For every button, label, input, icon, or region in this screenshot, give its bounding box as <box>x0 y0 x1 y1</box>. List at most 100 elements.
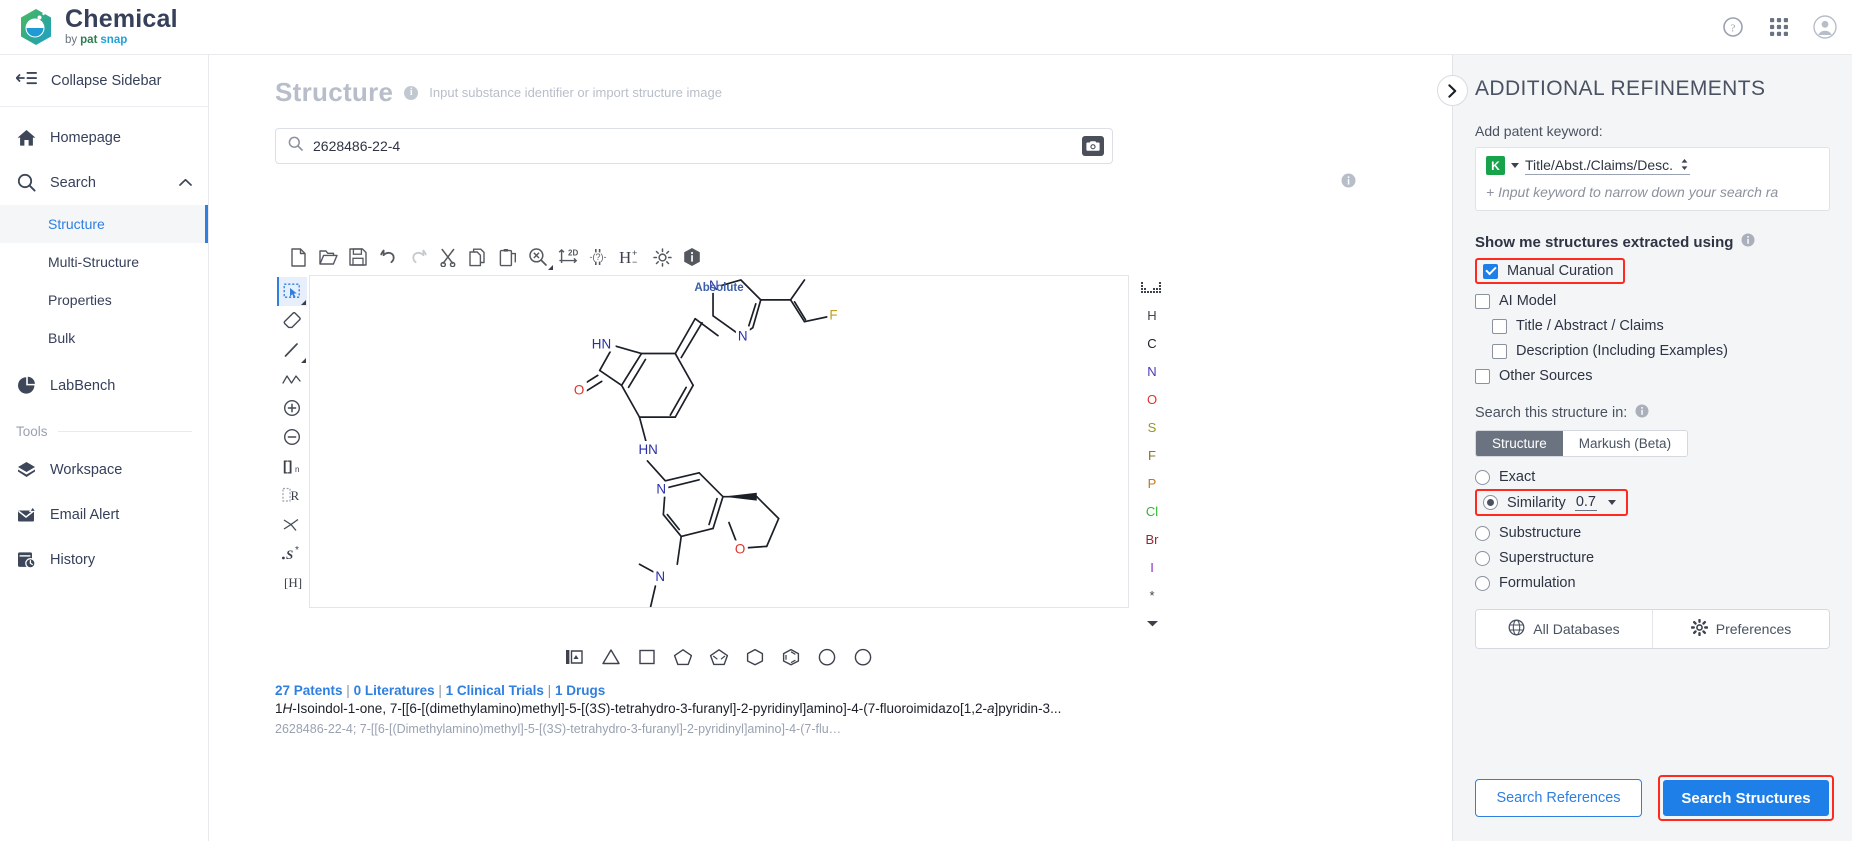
sidebar-item-structure[interactable]: Structure <box>0 205 208 243</box>
repeat-bracket-tool[interactable]: [] n <box>277 451 307 480</box>
paste-icon[interactable] <box>493 242 523 272</box>
layout-2d-icon[interactable]: 2D <box>553 242 583 272</box>
cyclopentane-icon[interactable] <box>671 645 695 669</box>
atom-H[interactable]: H <box>1129 301 1175 329</box>
select-rectangle-tool[interactable] <box>277 277 307 306</box>
template-library-icon[interactable] <box>563 645 587 669</box>
exact-mode-option[interactable]: Exact <box>1475 469 1830 485</box>
info-icon[interactable] <box>1741 233 1755 251</box>
substructure-mode-option[interactable]: Substructure <box>1475 525 1830 541</box>
panel-collapse-toggle[interactable] <box>1437 75 1468 106</box>
cyclohexane-icon[interactable] <box>743 645 767 669</box>
cyclopentadiene-icon[interactable] <box>707 645 731 669</box>
similarity-mode-option[interactable]: Similarity 0.7 <box>1475 489 1628 516</box>
search-help-icon[interactable] <box>1341 173 1356 193</box>
s-group-tool[interactable]: S * <box>277 538 307 567</box>
brand-logo-group[interactable]: Chemical by pat snap <box>18 7 178 47</box>
cyclopropane-icon[interactable] <box>599 645 623 669</box>
zoom-select-icon[interactable] <box>523 242 553 272</box>
keyword-placeholder[interactable]: + Input keyword to narrow down your sear… <box>1486 184 1819 200</box>
sidebar-item-bulk[interactable]: Bulk <box>0 319 208 357</box>
atom-Br[interactable]: Br <box>1129 525 1175 553</box>
bond-single-tool[interactable] <box>277 335 307 364</box>
atom-any[interactable]: * <box>1129 581 1175 609</box>
drugs-link[interactable]: 1 Drugs <box>555 683 605 698</box>
sidebar-item-workspace[interactable]: Workspace <box>0 447 208 492</box>
search-input[interactable] <box>313 138 1072 154</box>
atom-P[interactable]: P <box>1129 469 1175 497</box>
sidebar-item-labbench[interactable]: LabBench <box>0 363 208 408</box>
save-disk-icon[interactable] <box>343 242 373 272</box>
cycloheptane-icon[interactable] <box>815 645 839 669</box>
title-abstract-claims-checkbox[interactable] <box>1492 318 1507 334</box>
charge-minus-tool[interactable] <box>277 422 307 451</box>
open-folder-icon[interactable] <box>313 242 343 272</box>
ai-model-checkbox[interactable] <box>1475 293 1490 309</box>
atom-O[interactable]: O <box>1129 385 1175 413</box>
structure-search-bar[interactable] <box>275 128 1113 164</box>
keyword-scope-select[interactable]: Title/Abst./Claims/Desc. <box>1525 157 1691 175</box>
description-option[interactable]: Description (Including Examples) <box>1492 343 1830 359</box>
manual-curation-option[interactable]: Manual Curation <box>1475 258 1626 284</box>
atom-S[interactable]: S <box>1129 413 1175 441</box>
chevron-down-icon[interactable] <box>1607 500 1616 505</box>
segment-markush[interactable]: Markush (Beta) <box>1562 431 1688 456</box>
eraser-tool[interactable] <box>277 306 307 335</box>
cut-scissors-icon[interactable] <box>433 242 463 272</box>
other-sources-checkbox[interactable] <box>1475 368 1490 384</box>
undo-icon[interactable] <box>373 242 403 272</box>
atom-Cl[interactable]: Cl <box>1129 497 1175 525</box>
copy-icon[interactable] <box>463 242 493 272</box>
sidebar-item-multi-structure[interactable]: Multi-Structure <box>0 243 208 281</box>
substructure-radio[interactable] <box>1475 525 1490 541</box>
info-icon[interactable] <box>1635 404 1649 422</box>
segment-structure[interactable]: Structure <box>1476 431 1563 456</box>
description-checkbox[interactable] <box>1492 343 1507 359</box>
sidebar-item-email-alert[interactable]: Email Alert <box>0 492 208 537</box>
redo-icon[interactable] <box>403 242 433 272</box>
keyword-scope-row[interactable]: K Title/Abst./Claims/Desc. <box>1486 156 1819 175</box>
exact-radio[interactable] <box>1475 469 1490 485</box>
atom-N[interactable]: N <box>1129 357 1175 385</box>
sidebar-item-history[interactable]: History <box>0 537 208 582</box>
chain-tool[interactable] <box>277 364 307 393</box>
search-structures-button[interactable]: Search Structures <box>1663 780 1829 816</box>
search-references-button[interactable]: Search References <box>1475 779 1642 817</box>
atom-I[interactable]: I <box>1129 553 1175 581</box>
explicit-hydrogen-tool[interactable]: [H] <box>277 567 307 596</box>
all-databases-button[interactable]: All Databases <box>1476 610 1652 648</box>
manual-curation-checkbox[interactable] <box>1483 263 1498 279</box>
benzene-icon[interactable] <box>779 645 803 669</box>
sidebar-item-homepage[interactable]: Homepage <box>0 115 208 160</box>
atom-F[interactable]: F <box>1129 441 1175 469</box>
help-circle-icon[interactable]: ? <box>1720 14 1746 40</box>
r-group-tool[interactable]: R <box>277 480 307 509</box>
about-info-icon[interactable] <box>677 242 707 272</box>
settings-gear-icon[interactable] <box>647 242 677 272</box>
structure-canvas[interactable]: Absolute N N F HN O HN N N O <box>309 275 1129 608</box>
collapse-sidebar-button[interactable]: Collapse Sidebar <box>0 55 208 107</box>
clinical-trials-link[interactable]: 1 Clinical Trials <box>446 683 544 698</box>
camera-icon[interactable] <box>1082 136 1104 156</box>
literatures-link[interactable]: 0 Literatures <box>354 683 435 698</box>
user-avatar-icon[interactable] <box>1812 14 1838 40</box>
stereo-flag-tool[interactable] <box>277 509 307 538</box>
similarity-value[interactable]: 0.7 <box>1574 494 1597 511</box>
other-sources-option[interactable]: Other Sources <box>1475 368 1830 384</box>
chevron-down-icon[interactable] <box>1511 163 1519 168</box>
ai-model-option[interactable]: AI Model <box>1475 293 1830 309</box>
keyword-box[interactable]: K Title/Abst./Claims/Desc. + Input keywo… <box>1475 147 1830 211</box>
patents-link[interactable]: 27 Patents <box>275 683 343 698</box>
info-icon[interactable]: i <box>404 85 419 100</box>
atom-C[interactable]: C <box>1129 329 1175 357</box>
chevron-down-icon[interactable] <box>1129 609 1175 637</box>
sidebar-item-search[interactable]: Search <box>0 160 208 205</box>
formulation-mode-option[interactable]: Formulation <box>1475 575 1830 591</box>
charge-plus-tool[interactable] <box>277 393 307 422</box>
formulation-radio[interactable] <box>1475 575 1490 591</box>
similarity-radio[interactable] <box>1483 495 1498 510</box>
superstructure-mode-option[interactable]: Superstructure <box>1475 550 1830 566</box>
superstructure-radio[interactable] <box>1475 550 1490 566</box>
preferences-button[interactable]: Preferences <box>1652 610 1829 648</box>
chevron-up-icon[interactable] <box>179 175 192 191</box>
